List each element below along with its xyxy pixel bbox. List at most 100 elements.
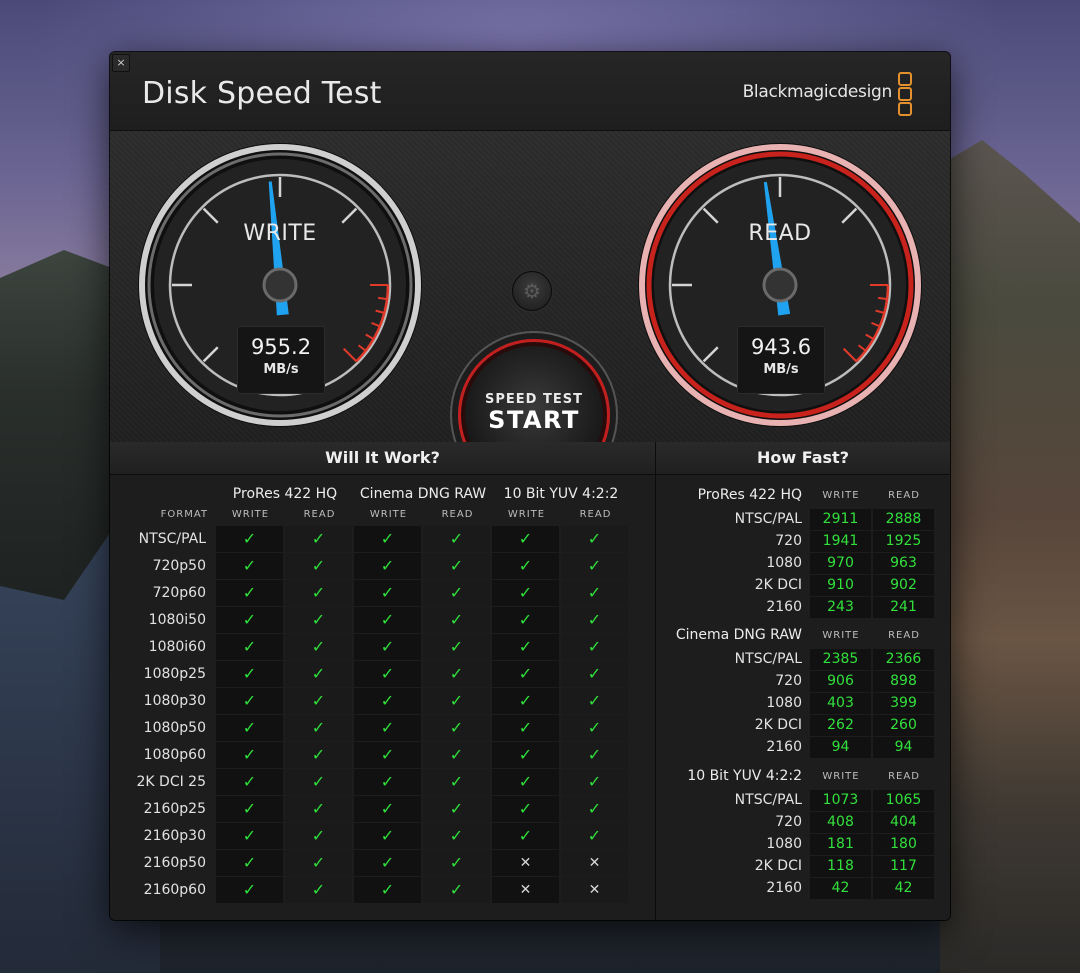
hf-row-label: 2K DCI (754, 858, 802, 874)
write-unit: MB/s (263, 362, 299, 377)
wiw-row-format: 1080i50 (148, 612, 206, 628)
check-icon: ✓ (216, 796, 283, 822)
check-icon: ✓ (423, 715, 490, 741)
wiw-row-format: 1080p50 (143, 720, 206, 736)
hf-write-value: 1073 (810, 790, 871, 811)
format-column-label: FORMAT (160, 509, 208, 520)
check-icon: ✓ (354, 769, 421, 795)
wiw-col-label-write: WRITE (369, 509, 408, 520)
check-icon: ✓ (216, 607, 283, 633)
hf-read-value: 1065 (873, 790, 934, 811)
hf-write-value: 262 (810, 715, 871, 736)
check-icon: ✓ (423, 661, 490, 687)
start-button-main-label: START (488, 406, 580, 434)
hf-read-value: 180 (873, 834, 934, 855)
check-icon: ✓ (216, 580, 283, 606)
check-icon: ✓ (216, 715, 283, 741)
hf-read-value: 94 (873, 737, 934, 758)
check-icon: ✓ (216, 553, 283, 579)
hf-group-title: Cinema DNG RAW (675, 627, 802, 643)
hf-write-value: 2911 (810, 509, 871, 530)
hf-read-value: 399 (873, 693, 934, 714)
close-button[interactable]: × (112, 54, 130, 72)
check-icon: ✓ (492, 634, 559, 660)
check-icon: ✓ (561, 796, 628, 822)
hf-col-label-read: READ (888, 630, 920, 641)
hf-row-label: 720 (775, 814, 802, 830)
check-icon: ✓ (423, 607, 490, 633)
hf-row-label: NTSC/PAL (734, 792, 802, 808)
hf-row-label: 2160 (766, 739, 802, 755)
wiw-group-title: ProRes 422 HQ (232, 486, 338, 502)
wiw-col-label-read: READ (441, 509, 474, 520)
check-icon: ✓ (492, 742, 559, 768)
check-icon: ✓ (354, 526, 421, 552)
will-it-work-title: Will It Work? (110, 442, 655, 475)
wiw-col-label-read: READ (579, 509, 612, 520)
check-icon: ✓ (216, 634, 283, 660)
check-icon: ✓ (285, 715, 352, 741)
write-gauge: WRITE 955.2 MB/s (136, 141, 424, 429)
check-icon: ✓ (561, 715, 628, 741)
check-icon: ✓ (423, 796, 490, 822)
hf-read-value: 42 (873, 878, 934, 899)
check-icon: ✓ (561, 607, 628, 633)
window-header: × Disk Speed Test Blackmagicdesign (110, 52, 950, 131)
hf-read-value: 404 (873, 812, 934, 833)
check-icon: ✓ (354, 607, 421, 633)
hf-col-label-write: WRITE (822, 490, 860, 501)
hf-row-label: NTSC/PAL (734, 651, 802, 667)
check-icon: ✓ (216, 769, 283, 795)
check-icon: ✓ (354, 823, 421, 849)
app-title: Disk Speed Test (142, 76, 382, 111)
check-icon: ✓ (354, 742, 421, 768)
check-icon: ✓ (423, 526, 490, 552)
check-icon: ✓ (492, 688, 559, 714)
hf-write-value: 906 (810, 671, 871, 692)
hf-read-value: 260 (873, 715, 934, 736)
check-icon: ✓ (285, 769, 352, 795)
wiw-row-format: 2160p50 (143, 855, 206, 871)
check-icon: ✓ (354, 796, 421, 822)
wiw-row-format: 720p60 (152, 585, 206, 601)
hf-col-label-read: READ (888, 771, 920, 782)
check-icon: ✓ (354, 877, 421, 903)
read-unit: MB/s (763, 362, 799, 377)
hf-row-label: 2K DCI (754, 577, 802, 593)
wiw-row-format: 1080p60 (143, 747, 206, 763)
check-icon: ✓ (492, 553, 559, 579)
will-it-work-panel: Will It Work? FORMAT ProRes 422 HQ WRITE R… (110, 442, 656, 920)
cross-icon: ✕ (492, 877, 559, 903)
check-icon: ✓ (285, 526, 352, 552)
check-icon: ✓ (423, 769, 490, 795)
how-fast-title: How Fast? (656, 442, 950, 475)
cross-icon: ✕ (561, 877, 628, 903)
start-button-top-label: SPEED TEST (485, 392, 583, 407)
hf-write-value: 181 (810, 834, 871, 855)
check-icon: ✓ (285, 877, 352, 903)
check-icon: ✓ (216, 688, 283, 714)
wiw-row-format: 2K DCI 25 (136, 774, 207, 790)
wiw-row-format: 2160p30 (143, 828, 206, 844)
gauges-panel: WRITE 955.2 MB/s ⚙ SPEED TEST START READ… (110, 131, 950, 491)
wiw-col-label-write: WRITE (507, 509, 546, 520)
check-icon: ✓ (423, 877, 490, 903)
check-icon: ✓ (285, 850, 352, 876)
check-icon: ✓ (285, 661, 352, 687)
disk-speed-test-window: × Disk Speed Test Blackmagicdesign WRITE… (110, 52, 950, 920)
hf-row-label: 1080 (766, 836, 802, 852)
check-icon: ✓ (423, 553, 490, 579)
wiw-col-label-write: WRITE (231, 509, 270, 520)
check-icon: ✓ (492, 715, 559, 741)
cross-icon: ✕ (561, 850, 628, 876)
check-icon: ✓ (561, 661, 628, 687)
hf-write-value: 42 (810, 878, 871, 899)
check-icon: ✓ (354, 715, 421, 741)
check-icon: ✓ (423, 742, 490, 768)
check-icon: ✓ (216, 526, 283, 552)
check-icon: ✓ (492, 823, 559, 849)
hf-row-label: 2160 (766, 599, 802, 615)
wiw-row-format: 2160p25 (143, 801, 206, 817)
settings-button[interactable]: ⚙ (512, 271, 552, 311)
check-icon: ✓ (561, 769, 628, 795)
